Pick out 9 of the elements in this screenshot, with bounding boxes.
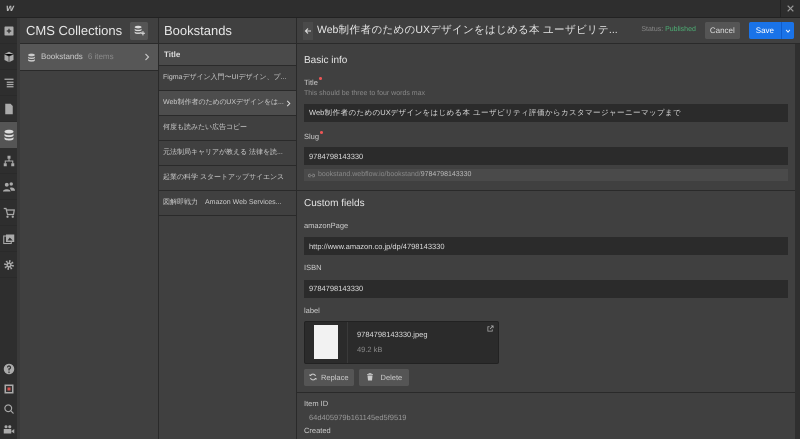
panel-title: CMS Collections: [26, 22, 122, 40]
logo: w: [5, 2, 16, 16]
column-header: Title: [159, 44, 296, 66]
item-title: Web制作者のためのUXデザインをはじめる本 ユーザビリテ...: [317, 22, 618, 38]
cancel-button[interactable]: Cancel: [704, 22, 740, 39]
panel-title: Bookstands: [164, 22, 232, 40]
section-heading: Basic info: [304, 54, 348, 68]
collection-name: Bookstands: [41, 51, 83, 63]
section-heading: Custom fields: [304, 197, 366, 211]
